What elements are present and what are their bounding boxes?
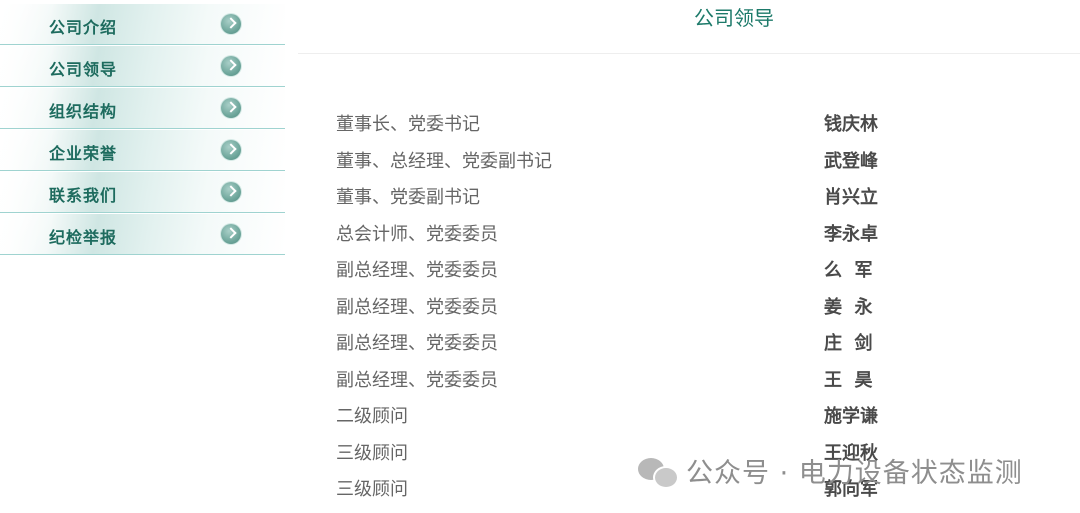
leader-row: 总会计师、党委委员 李永卓: [336, 214, 936, 251]
leader-row: 副总经理、党委委员 王 昊: [336, 360, 936, 397]
leader-name: 武登峰: [824, 150, 878, 172]
leader-row: 董事、总经理、党委副书记 武登峰: [336, 141, 936, 178]
leader-position: 董事长、党委书记: [336, 114, 480, 135]
sidebar-item-label: 纪检举报: [49, 228, 118, 247]
leader-name: 么 军: [824, 260, 873, 281]
leader-row: 董事长、党委书记 钱庆林: [336, 104, 936, 141]
leader-position: 三级顾问: [336, 442, 408, 464]
leader-name: 李永卓: [824, 223, 878, 245]
sidebar-item-honors[interactable]: 企业荣誉: [0, 130, 285, 171]
leader-name: 施学谦: [824, 406, 878, 427]
leader-row: 副总经理、党委委员 庄 剑: [336, 323, 936, 360]
page-title: 公司领导: [694, 6, 774, 30]
arrow-circle-icon: [221, 98, 241, 118]
arrow-circle-icon: [221, 224, 241, 244]
leader-row: 副总经理、党委委员 么 军: [336, 250, 936, 287]
sidebar-item-contact[interactable]: 联系我们: [0, 172, 285, 213]
leader-position: 董事、总经理、党委副书记: [336, 150, 552, 172]
leader-position: 三级顾问: [336, 479, 408, 500]
sidebar-item-company-intro[interactable]: 公司介绍: [0, 4, 285, 45]
leader-row: 二级顾问 施学谦: [336, 396, 936, 433]
sidebar-item-label: 企业荣誉: [49, 144, 118, 163]
leader-row: 副总经理、党委委员 姜 永: [336, 287, 936, 324]
leader-name: 姜 永: [824, 296, 873, 318]
leader-position: 副总经理、党委委员: [336, 296, 498, 318]
sidebar-item-label: 公司介绍: [49, 18, 118, 37]
leader-position: 副总经理、党委委员: [336, 333, 498, 354]
leader-name: 庄 剑: [824, 333, 873, 354]
arrow-circle-icon: [221, 56, 241, 76]
leader-list: 董事长、党委书记 钱庆林 董事、总经理、党委副书记 武登峰 董事、党委副书记 肖…: [336, 104, 936, 506]
watermark: 公众号 · 电力设备状态监测: [638, 451, 1023, 490]
sidebar-item-label: 联系我们: [49, 186, 118, 205]
arrow-circle-icon: [221, 14, 241, 34]
arrow-circle-icon: [221, 140, 241, 160]
sidebar-item-label: 公司领导: [49, 60, 118, 79]
sidebar-item-discipline-report[interactable]: 纪检举报: [0, 214, 285, 255]
sidebar-item-company-leaders[interactable]: 公司领导: [0, 46, 285, 87]
leader-name: 肖兴立: [824, 187, 878, 208]
sidebar-item-label: 组织结构: [49, 102, 118, 121]
leader-position: 副总经理、党委委员: [336, 260, 498, 281]
leader-position: 二级顾问: [336, 406, 408, 427]
sidebar-menu: 公司介绍 公司领导 组织结构 企业荣誉 联系我们 纪检举报: [0, 4, 285, 256]
wechat-icon: [638, 454, 679, 489]
sidebar-item-org-structure[interactable]: 组织结构: [0, 88, 285, 129]
leader-name: 钱庆林: [824, 114, 878, 135]
leader-position: 副总经理、党委委员: [336, 369, 498, 391]
title-divider: [298, 53, 1080, 54]
leader-position: 董事、党委副书记: [336, 187, 480, 208]
watermark-text: 公众号 · 电力设备状态监测: [686, 458, 1023, 489]
arrow-circle-icon: [221, 182, 241, 202]
leader-position: 总会计师、党委委员: [336, 223, 498, 245]
leader-name: 王 昊: [824, 369, 873, 391]
leader-row: 董事、党委副书记 肖兴立: [336, 177, 936, 214]
